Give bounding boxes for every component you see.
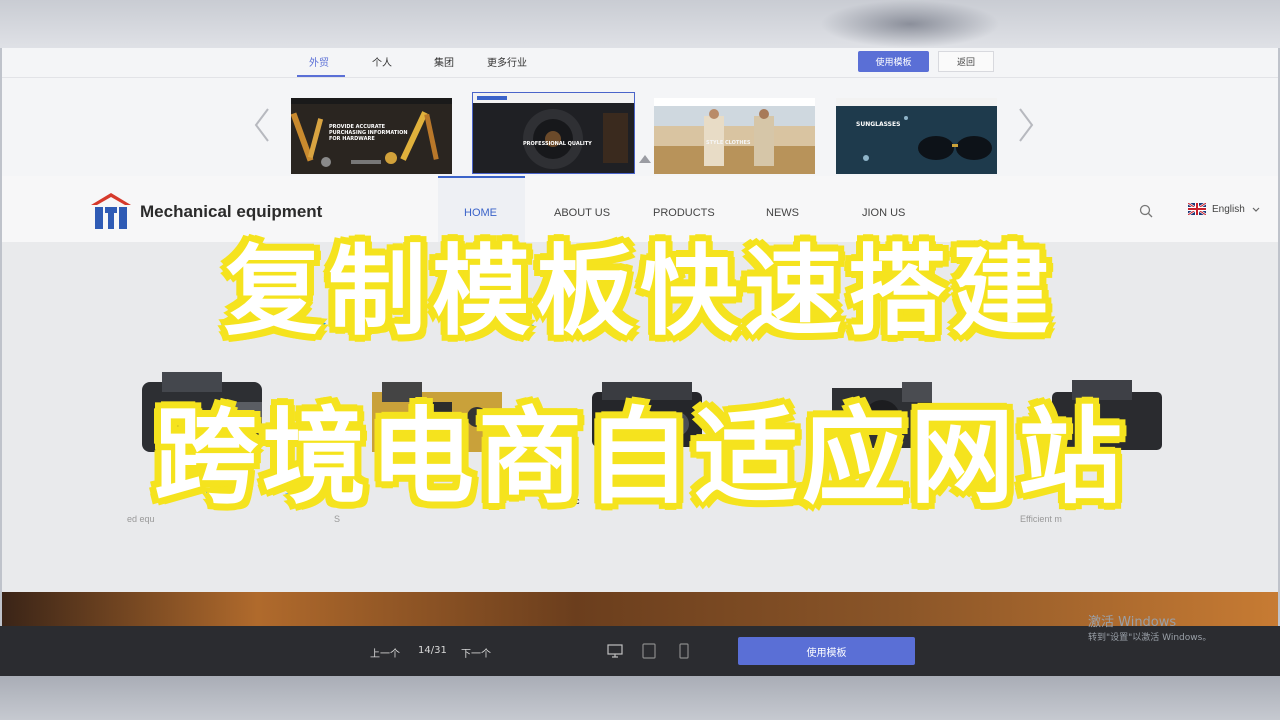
tab-foreign-trade[interactable]: 外贸: [309, 54, 329, 69]
thumbnail-caption: SUNGLASSES: [856, 121, 901, 128]
category-tabs: 外贸 个人 集团 更多行业 使用模板 返回: [2, 48, 1278, 78]
template-thumbnail-clothing[interactable]: STYLE CLOTHES: [654, 98, 815, 174]
outer-frame-top: [0, 0, 1280, 48]
template-picker: 外贸 个人 集团 更多行业 使用模板 返回 PROVIDE ACCURATE P…: [2, 48, 1278, 176]
page-indicator: 14/31: [418, 645, 447, 656]
prev-template-button[interactable]: 上一个: [370, 645, 400, 660]
nav-about-us[interactable]: ABOUT US: [554, 207, 610, 219]
preview-banner-strip: [2, 592, 1278, 626]
search-icon[interactable]: [1139, 204, 1153, 218]
tablet-view-icon[interactable]: [641, 643, 657, 659]
nav-home[interactable]: HOME: [464, 207, 497, 219]
uk-flag-icon: [1188, 203, 1206, 215]
mechanical-image: [473, 93, 634, 173]
clothing-image: [654, 98, 815, 174]
next-template-button[interactable]: 下一个: [461, 645, 491, 660]
outer-frame-bottom: [0, 676, 1280, 720]
use-template-button-top[interactable]: 使用模板: [858, 51, 929, 72]
template-thumbnail-sunglasses[interactable]: SUNGLASSES: [836, 98, 997, 174]
tab-personal[interactable]: 个人: [372, 54, 392, 69]
chevron-down-icon[interactable]: [1252, 207, 1260, 213]
windows-activation-hint: 转到"设置"以激活 Windows。: [1088, 633, 1212, 643]
next-arrow-icon[interactable]: [1016, 105, 1036, 145]
mobile-view-icon[interactable]: [676, 643, 692, 659]
template-thumbnail-mechanical[interactable]: PROFESSIONAL QUALITY: [472, 92, 635, 174]
template-thumbnail-hardware[interactable]: PROVIDE ACCURATE PURCHASING INFORMATION …: [291, 98, 452, 174]
thumbnail-caption: PROFESSIONAL QUALITY: [523, 141, 592, 147]
use-template-button[interactable]: 使用模板: [738, 637, 915, 665]
overlay-title-line2: 跨境电商自适应网站: [152, 394, 1126, 520]
nav-join-us[interactable]: JION US: [862, 207, 905, 219]
prev-arrow-icon[interactable]: [252, 105, 272, 145]
tabs-divider: [2, 77, 1278, 78]
sunglasses-image: [836, 98, 997, 174]
back-button[interactable]: 返回: [938, 51, 994, 72]
thumbnail-caption: PROVIDE ACCURATE PURCHASING INFORMATION …: [329, 124, 408, 142]
desktop-view-icon[interactable]: [607, 643, 623, 659]
thumbnail-caption: STYLE CLOTHES: [706, 140, 751, 146]
site-logo-text: Mechanical equipment: [140, 202, 323, 221]
selected-indicator-icon: [639, 155, 651, 163]
overlay-title-line1: 复制模板快速搭建: [222, 233, 1056, 351]
logo-icon: [91, 193, 131, 229]
windows-activation-watermark: 激活 Windows: [1088, 615, 1177, 630]
tab-group[interactable]: 集团: [434, 54, 454, 69]
nav-news[interactable]: NEWS: [766, 207, 799, 219]
tab-more-industries[interactable]: 更多行业: [487, 54, 527, 69]
nav-products[interactable]: PRODUCTS: [653, 207, 715, 219]
language-selector[interactable]: English: [1212, 204, 1245, 215]
